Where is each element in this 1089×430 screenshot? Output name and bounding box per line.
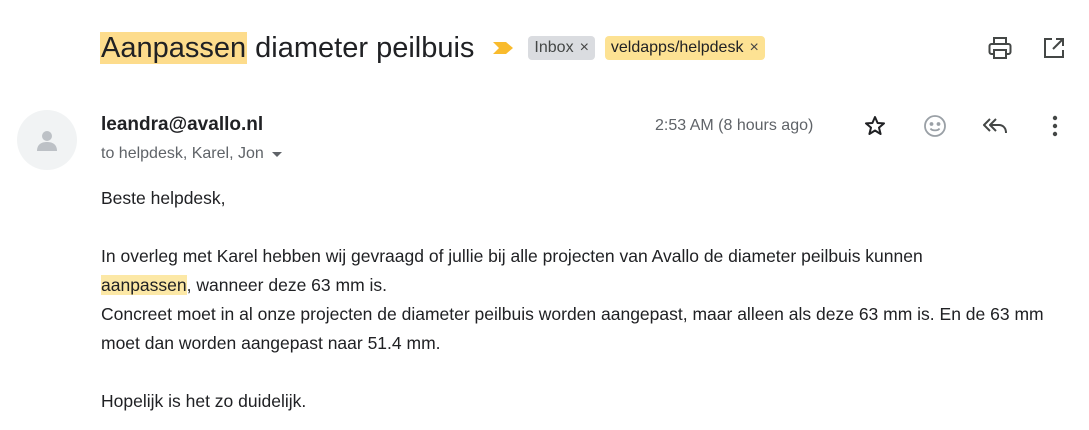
message-body: Beste helpdesk, In overleg met Karel heb… (101, 184, 1071, 416)
remove-label-inbox-button[interactable]: × (580, 39, 589, 57)
message-actions (858, 112, 1072, 140)
body-paragraph-1: In overleg met Karel hebben wij gevraagd… (101, 242, 1071, 300)
label-chip-veldapps-helpdesk: veldapps/helpdesk × (604, 36, 765, 60)
print-icon[interactable] (985, 34, 1015, 62)
body-greeting: Beste helpdesk, (101, 188, 226, 208)
recipients-line: to helpdesk, Karel, Jon (101, 145, 282, 163)
show-details-dropdown-icon[interactable] (271, 151, 282, 157)
emoji-reaction-icon[interactable] (918, 112, 952, 140)
body-search-highlight: aanpassen (101, 275, 187, 295)
label-chip-inbox: Inbox × (528, 36, 595, 60)
label-chip-inbox-text: Inbox (534, 39, 574, 56)
subject-text: diameter peilbuis (247, 32, 475, 64)
sender-email[interactable]: leandra@avallo.nl (101, 114, 263, 136)
recipients-text: to helpdesk, Karel, Jon (101, 145, 264, 162)
body-paragraph-1-tail: , wanneer deze 63 mm is. (186, 275, 388, 295)
email-subject: Aanpassen diameter peilbuis (100, 28, 474, 68)
remove-label-veldapps-helpdesk-button[interactable]: × (749, 39, 758, 57)
importance-marker-icon[interactable] (492, 41, 514, 55)
body-paragraph-1-text: In overleg met Karel hebben wij gevraagd… (101, 246, 923, 266)
label-chip-veldapps-helpdesk-text: veldapps/helpdesk (610, 39, 744, 56)
subject-row: Aanpassen diameter peilbuis Inbox × veld… (100, 26, 765, 70)
more-vertical-icon[interactable] (1038, 112, 1072, 140)
subject-search-highlight: Aanpassen (100, 32, 248, 64)
person-icon (37, 131, 57, 151)
star-icon[interactable] (858, 112, 892, 140)
body-paragraph-2: Concreet moet in al onze projecten de di… (101, 304, 1044, 353)
message-timestamp: 2:53 AM (8 hours ago) (655, 117, 814, 134)
open-in-new-window-icon[interactable] (1039, 34, 1069, 62)
body-closing: Hopelijk is het zo duidelijk. (101, 391, 307, 411)
reply-all-icon[interactable] (978, 112, 1012, 140)
thread-toolbar (985, 34, 1069, 62)
sender-avatar[interactable] (17, 110, 77, 170)
